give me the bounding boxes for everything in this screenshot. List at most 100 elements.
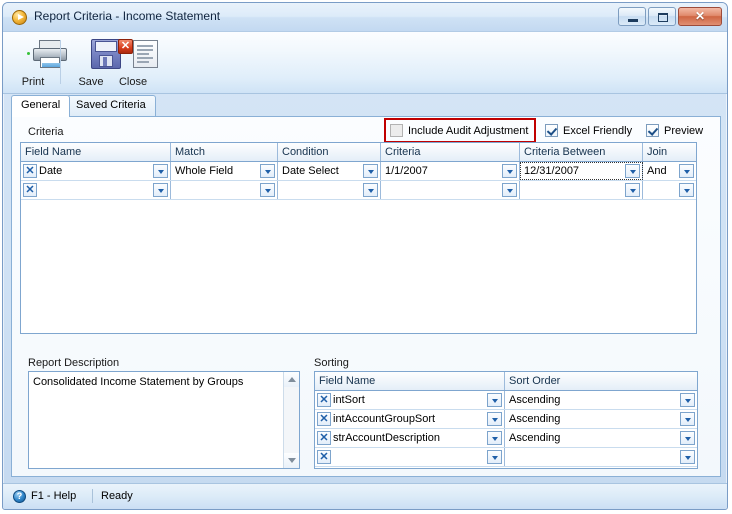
sorting-cell-field-name[interactable]: ✕ intAccountGroupSort [315,410,505,428]
criteria-grid[interactable]: Field Name Match Condition Criteria Crit… [20,142,697,334]
toolbar-separator [60,40,61,84]
chevron-down-icon[interactable] [625,164,640,178]
sorting-cell-field-name[interactable]: ✕ strAccountDescription [315,429,505,447]
status-text: Ready [101,490,133,502]
status-divider [92,489,93,503]
close-toolbar-button[interactable]: ✕ Close [107,35,159,91]
criteria-section-label: Criteria [28,126,64,138]
report-criteria-window: Report Criteria - Income Statement ✕ Pri… [2,2,728,510]
help-icon[interactable]: ? [13,490,26,503]
criteria-cell-condition[interactable]: Date Select [278,162,381,180]
print-button-label: Print [21,76,45,88]
report-description-label: Report Description [28,357,120,369]
include-audit-adjustment-label: Include Audit Adjustment [408,124,529,137]
sorting-cell-field-name[interactable]: ✕ intSort [315,391,505,409]
tab-strip: General Saved Criteria [11,95,721,117]
minimize-button[interactable] [618,7,646,26]
chevron-down-icon[interactable] [680,431,695,445]
criteria-cell-condition[interactable] [278,181,381,199]
include-audit-adjustment-box [390,124,403,137]
preview-checkbox[interactable]: Preview [646,124,703,137]
report-description-field[interactable]: Consolidated Income Statement by Groups [28,371,300,469]
criteria-col-criteria-between: Criteria Between [520,143,643,161]
chevron-down-icon[interactable] [680,393,695,407]
chevron-down-icon[interactable] [487,412,502,426]
delete-row-icon[interactable]: ✕ [317,431,331,445]
table-row[interactable]: ✕ Date Whole Field Date Select 1/1/2007 [21,162,696,181]
delete-row-icon[interactable]: ✕ [317,412,331,426]
minimize-icon [628,19,638,22]
table-row[interactable]: ✕ strAccountDescription Ascending [315,429,697,448]
delete-row-icon[interactable]: ✕ [317,393,331,407]
status-bar: ? F1 - Help Ready [3,483,727,509]
delete-row-icon[interactable]: ✕ [317,450,331,464]
criteria-cell-match[interactable]: Whole Field [171,162,278,180]
maximize-icon [658,13,668,22]
window-controls: ✕ [618,7,722,26]
criteria-cell-criteria[interactable]: 1/1/2007 [381,162,520,180]
chevron-down-icon[interactable] [153,164,168,178]
criteria-cell-join[interactable]: And [643,162,696,180]
chevron-down-icon[interactable] [680,412,695,426]
criteria-col-condition: Condition [278,143,381,161]
chevron-down-icon[interactable] [680,450,695,464]
sorting-value-sort-order: Ascending [509,432,561,444]
tab-general[interactable]: General [11,95,71,117]
print-button[interactable]: Print [7,35,67,91]
chevron-down-icon[interactable] [487,450,502,464]
scroll-down-icon[interactable] [284,453,299,468]
chevron-down-icon[interactable] [487,431,502,445]
sorting-value-field-name: intAccountGroupSort [333,413,436,425]
help-label[interactable]: F1 - Help [31,490,76,502]
sorting-col-sort-order: Sort Order [509,375,561,387]
table-row[interactable]: ✕ intSort Ascending [315,391,697,410]
include-audit-adjustment-checkbox[interactable]: Include Audit Adjustment [390,124,528,137]
report-description-scrollbar[interactable] [283,372,299,468]
chevron-down-icon[interactable] [153,183,168,197]
sorting-cell-sort-order[interactable]: Ascending [505,391,697,409]
table-row[interactable]: ✕ [315,448,697,467]
delete-row-icon[interactable]: ✕ [23,164,37,178]
maximize-button[interactable] [648,7,676,26]
criteria-value-condition: Date Select [282,165,339,177]
excel-friendly-checkbox[interactable]: Excel Friendly [545,124,632,137]
table-row[interactable]: ✕ [21,181,696,200]
criteria-cell-criteria-between[interactable]: 12/31/2007 [520,162,643,180]
table-row[interactable]: ✕ intAccountGroupSort Ascending [315,410,697,429]
general-tab-panel: Criteria Include Audit Adjustment Excel … [11,116,721,477]
criteria-value-criteria: 1/1/2007 [385,165,428,177]
close-button[interactable]: ✕ [678,7,722,26]
criteria-cell-criteria[interactable] [381,181,520,199]
criteria-cell-join[interactable] [643,181,696,199]
sorting-cell-field-name[interactable]: ✕ [315,448,505,466]
chevron-down-icon[interactable] [502,183,517,197]
criteria-cell-field-name[interactable]: ✕ [21,181,171,199]
sorting-cell-sort-order[interactable] [505,448,697,466]
chevron-down-icon[interactable] [363,183,378,197]
sorting-col-field-name: Field Name [315,372,505,390]
chevron-down-icon[interactable] [679,164,694,178]
sorting-grid[interactable]: Field Name Sort Order ✕ intSort Ascendin… [314,371,698,469]
chevron-down-icon[interactable] [679,183,694,197]
criteria-value-join: And [647,165,667,177]
criteria-cell-field-name[interactable]: ✕ Date [21,162,171,180]
chevron-down-icon[interactable] [260,183,275,197]
delete-row-icon[interactable]: ✕ [23,183,37,197]
sorting-cell-sort-order[interactable]: Ascending [505,410,697,428]
sorting-value-sort-order: Ascending [509,394,561,406]
sorting-grid-header: Field Name Sort Order [315,372,697,391]
tab-saved-criteria[interactable]: Saved Criteria [66,95,156,116]
chevron-down-icon[interactable] [260,164,275,178]
close-icon: ✕ [694,9,706,23]
criteria-value-criteria-between: 12/31/2007 [524,165,580,177]
chevron-down-icon[interactable] [625,183,640,197]
chevron-down-icon[interactable] [363,164,378,178]
chevron-down-icon[interactable] [502,164,517,178]
chevron-down-icon[interactable] [487,393,502,407]
criteria-col-field-name: Field Name [21,143,171,161]
criteria-cell-criteria-between[interactable] [520,181,643,199]
scroll-up-icon[interactable] [284,372,299,387]
title-bar: Report Criteria - Income Statement ✕ [3,3,727,32]
criteria-cell-match[interactable] [171,181,278,199]
sorting-cell-sort-order[interactable]: Ascending [505,429,697,447]
